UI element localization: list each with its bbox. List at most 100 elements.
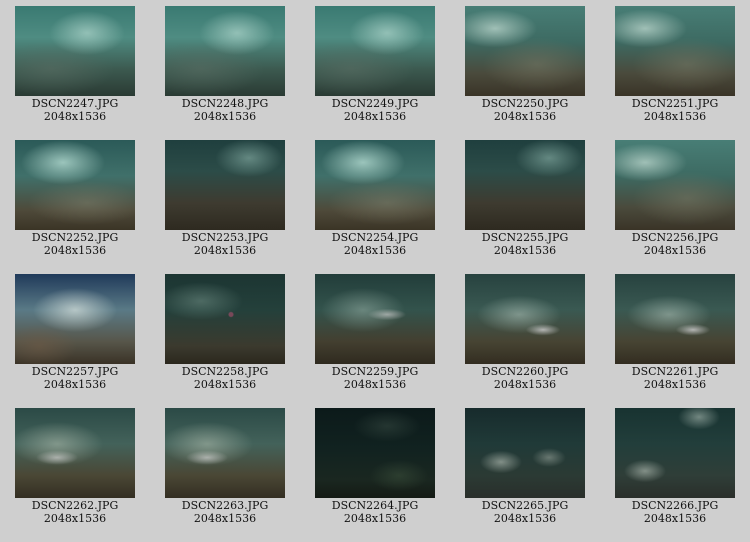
- image-dimensions-label: 2048x1536: [643, 244, 707, 257]
- thumbnail-item[interactable]: DSCN2248.JPG 2048x1536: [150, 0, 300, 134]
- thumbnail-item[interactable]: DSCN2264.JPG 2048x1536: [300, 402, 450, 536]
- image-dimensions-label: 2048x1536: [643, 378, 707, 391]
- thumbnail-image[interactable]: [315, 6, 435, 96]
- image-dimensions-label: 2048x1536: [43, 110, 107, 123]
- underwater-photo: [315, 274, 435, 364]
- thumbnail-image[interactable]: [465, 6, 585, 96]
- file-name-label[interactable]: DSCN2261.JPG: [600, 365, 750, 378]
- image-dimensions-label: 2048x1536: [193, 110, 257, 123]
- thumbnail-item[interactable]: DSCN2258.JPG 2048x1536: [150, 268, 300, 402]
- image-dimensions-label: 2048x1536: [43, 244, 107, 257]
- image-dimensions-label: 2048x1536: [193, 244, 257, 257]
- file-name-label[interactable]: DSCN2263.JPG: [150, 499, 300, 512]
- underwater-photo: [315, 408, 435, 498]
- thumbnail-item[interactable]: DSCN2257.JPG 2048x1536: [0, 268, 150, 402]
- thumbnail-image[interactable]: [315, 408, 435, 498]
- image-dimensions-label: 2048x1536: [343, 110, 407, 123]
- thumbnail-item[interactable]: DSCN2263.JPG 2048x1536: [150, 402, 300, 536]
- file-name-label[interactable]: DSCN2264.JPG: [300, 499, 450, 512]
- image-dimensions-label: 2048x1536: [343, 512, 407, 525]
- file-name-label[interactable]: DSCN2250.JPG: [450, 97, 600, 110]
- underwater-photo: [15, 140, 135, 230]
- thumbnail-image[interactable]: [15, 274, 135, 364]
- image-dimensions-label: 2048x1536: [493, 244, 557, 257]
- image-dimensions-label: 2048x1536: [43, 512, 107, 525]
- file-name-label[interactable]: DSCN2252.JPG: [0, 231, 150, 244]
- thumbnail-image[interactable]: [615, 6, 735, 96]
- thumbnail-image[interactable]: [165, 140, 285, 230]
- image-dimensions-label: 2048x1536: [43, 378, 107, 391]
- thumbnail-image[interactable]: [615, 140, 735, 230]
- underwater-photo: [465, 6, 585, 96]
- thumbnail-item[interactable]: DSCN2250.JPG 2048x1536: [450, 0, 600, 134]
- image-dimensions-label: 2048x1536: [343, 378, 407, 391]
- thumbnail-item[interactable]: DSCN2265.JPG 2048x1536: [450, 402, 600, 536]
- underwater-photo: [15, 6, 135, 96]
- image-dimensions-label: 2048x1536: [643, 110, 707, 123]
- thumbnail-image[interactable]: [15, 6, 135, 96]
- underwater-photo: [15, 274, 135, 364]
- file-name-label[interactable]: DSCN2254.JPG: [300, 231, 450, 244]
- file-name-label[interactable]: DSCN2257.JPG: [0, 365, 150, 378]
- file-name-label[interactable]: DSCN2248.JPG: [150, 97, 300, 110]
- thumbnail-item[interactable]: DSCN2262.JPG 2048x1536: [0, 402, 150, 536]
- file-name-label[interactable]: DSCN2260.JPG: [450, 365, 600, 378]
- file-name-label[interactable]: DSCN2251.JPG: [600, 97, 750, 110]
- file-name-label[interactable]: DSCN2247.JPG: [0, 97, 150, 110]
- image-dimensions-label: 2048x1536: [343, 244, 407, 257]
- image-dimensions-label: 2048x1536: [643, 512, 707, 525]
- file-name-label[interactable]: DSCN2266.JPG: [600, 499, 750, 512]
- thumbnail-item[interactable]: DSCN2253.JPG 2048x1536: [150, 134, 300, 268]
- thumbnail-gallery: DSCN2247.JPG 2048x1536 DSCN2248.JPG 2048x15…: [0, 0, 750, 542]
- underwater-photo: [615, 408, 735, 498]
- underwater-photo: [165, 6, 285, 96]
- image-dimensions-label: 2048x1536: [193, 512, 257, 525]
- underwater-photo: [615, 140, 735, 230]
- underwater-photo: [615, 274, 735, 364]
- thumbnail-item[interactable]: DSCN2260.JPG 2048x1536: [450, 268, 600, 402]
- thumbnail-item[interactable]: DSCN2259.JPG 2048x1536: [300, 268, 450, 402]
- underwater-photo: [465, 274, 585, 364]
- image-dimensions-label: 2048x1536: [493, 110, 557, 123]
- underwater-photo: [615, 6, 735, 96]
- thumbnail-item[interactable]: DSCN2266.JPG 2048x1536: [600, 402, 750, 536]
- thumbnail-image[interactable]: [465, 140, 585, 230]
- thumbnail-image[interactable]: [615, 408, 735, 498]
- underwater-photo: [315, 140, 435, 230]
- file-name-label[interactable]: DSCN2259.JPG: [300, 365, 450, 378]
- thumbnail-item[interactable]: DSCN2247.JPG 2048x1536: [0, 0, 150, 134]
- thumbnail-image[interactable]: [15, 140, 135, 230]
- thumbnail-item[interactable]: DSCN2249.JPG 2048x1536: [300, 0, 450, 134]
- thumbnail-image[interactable]: [165, 408, 285, 498]
- thumbnail-item[interactable]: DSCN2256.JPG 2048x1536: [600, 134, 750, 268]
- file-name-label[interactable]: DSCN2249.JPG: [300, 97, 450, 110]
- thumbnail-image[interactable]: [615, 274, 735, 364]
- thumbnail-item[interactable]: DSCN2254.JPG 2048x1536: [300, 134, 450, 268]
- file-name-label[interactable]: DSCN2258.JPG: [150, 365, 300, 378]
- thumbnail-image[interactable]: [165, 274, 285, 364]
- file-name-label[interactable]: DSCN2255.JPG: [450, 231, 600, 244]
- thumbnail-item[interactable]: DSCN2252.JPG 2048x1536: [0, 134, 150, 268]
- underwater-photo: [165, 408, 285, 498]
- underwater-photo: [465, 140, 585, 230]
- file-name-label[interactable]: DSCN2265.JPG: [450, 499, 600, 512]
- thumbnail-image[interactable]: [315, 140, 435, 230]
- thumbnail-image[interactable]: [315, 274, 435, 364]
- thumbnail-image[interactable]: [15, 408, 135, 498]
- thumbnail-image[interactable]: [465, 274, 585, 364]
- thumbnail-image[interactable]: [465, 408, 585, 498]
- thumbnail-item[interactable]: DSCN2255.JPG 2048x1536: [450, 134, 600, 268]
- image-dimensions-label: 2048x1536: [493, 512, 557, 525]
- underwater-photo: [465, 408, 585, 498]
- image-dimensions-label: 2048x1536: [493, 378, 557, 391]
- underwater-photo: [315, 6, 435, 96]
- file-name-label[interactable]: DSCN2256.JPG: [600, 231, 750, 244]
- underwater-photo: [165, 274, 285, 364]
- file-name-label[interactable]: DSCN2253.JPG: [150, 231, 300, 244]
- underwater-photo: [165, 140, 285, 230]
- file-name-label[interactable]: DSCN2262.JPG: [0, 499, 150, 512]
- thumbnail-item[interactable]: DSCN2251.JPG 2048x1536: [600, 0, 750, 134]
- image-dimensions-label: 2048x1536: [193, 378, 257, 391]
- thumbnail-image[interactable]: [165, 6, 285, 96]
- thumbnail-item[interactable]: DSCN2261.JPG 2048x1536: [600, 268, 750, 402]
